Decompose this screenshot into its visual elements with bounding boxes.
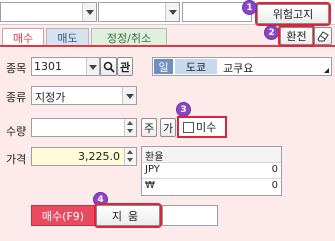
- market-tag: 일: [154, 59, 173, 74]
- price-stepper[interactable]: 3,225.0: [31, 147, 137, 166]
- order-type-value: 지정가: [35, 91, 66, 104]
- buy-button[interactable]: 매수(F9): [31, 205, 95, 226]
- watchlist-button[interactable]: 관: [117, 57, 133, 76]
- table-row: ₩ 0: [142, 179, 281, 195]
- stepper-arrows-icon[interactable]: [124, 148, 136, 165]
- order-extra-box: [162, 205, 218, 226]
- stock-name: 교쿠요: [223, 62, 254, 75]
- chevron-down-icon[interactable]: [122, 87, 136, 104]
- order-type-select[interactable]: 지정가: [31, 86, 137, 105]
- shares-button[interactable]: 주: [141, 118, 157, 137]
- tab-sell[interactable]: 매도: [46, 28, 89, 46]
- exchange-button[interactable]: 환전: [278, 25, 315, 47]
- price-label: 가격: [6, 153, 27, 166]
- chevron-down-icon[interactable]: [82, 3, 96, 21]
- chevron-down-icon[interactable]: [165, 3, 179, 21]
- fx-currency: ₩: [145, 180, 155, 191]
- badge-3: 3: [176, 102, 191, 117]
- table-row: 환율: [142, 147, 281, 163]
- account-select[interactable]: [0, 2, 97, 22]
- table-row: JPY 0: [142, 163, 281, 179]
- stock-code-value: 1301: [34, 60, 62, 73]
- order-type-label: 종류: [6, 91, 27, 104]
- fx-header: 환율: [145, 152, 164, 163]
- fx-value: 0: [271, 164, 278, 175]
- tab-modify-cancel[interactable]: 정정/취소: [91, 28, 167, 46]
- stock-search-button[interactable]: [100, 57, 117, 76]
- fx-value: 0: [271, 180, 278, 191]
- fx-currency: JPY: [145, 164, 160, 175]
- stock-name-display: 일 도쿄 교쿠요: [152, 57, 332, 76]
- risk-notice-button[interactable]: 위험고지: [255, 2, 331, 26]
- badge-2: 2: [264, 25, 279, 40]
- search-icon: [103, 61, 115, 73]
- badge-1: 1: [242, 0, 257, 15]
- account-type-select[interactable]: [98, 2, 180, 22]
- exchange-rate-table: 환율 JPY 0 ₩ 0: [141, 146, 282, 196]
- quantity-stepper[interactable]: [31, 118, 137, 137]
- chevron-down-icon[interactable]: [86, 58, 99, 75]
- eraser-icon: [317, 31, 329, 42]
- unfilled-checkbox[interactable]: [183, 121, 194, 133]
- tab-buy[interactable]: 매수: [2, 28, 44, 46]
- available-button[interactable]: 가: [160, 118, 176, 137]
- unfilled-checkbox-group[interactable]: 미수: [177, 116, 227, 138]
- tab-underline: [0, 45, 335, 47]
- exchange-name: 도쿄: [175, 59, 217, 74]
- clear-button[interactable]: 지움: [94, 203, 162, 228]
- stepper-arrows-icon[interactable]: [124, 119, 136, 136]
- stock-code-input[interactable]: 1301: [31, 57, 100, 76]
- unfilled-label: 미수: [196, 121, 217, 134]
- price-value: 3,225.0: [78, 150, 120, 163]
- quantity-label: 수량: [6, 125, 27, 138]
- eraser-button[interactable]: [314, 27, 332, 45]
- stock-label: 종목: [6, 62, 27, 75]
- resize-corner-icon: [324, 68, 329, 73]
